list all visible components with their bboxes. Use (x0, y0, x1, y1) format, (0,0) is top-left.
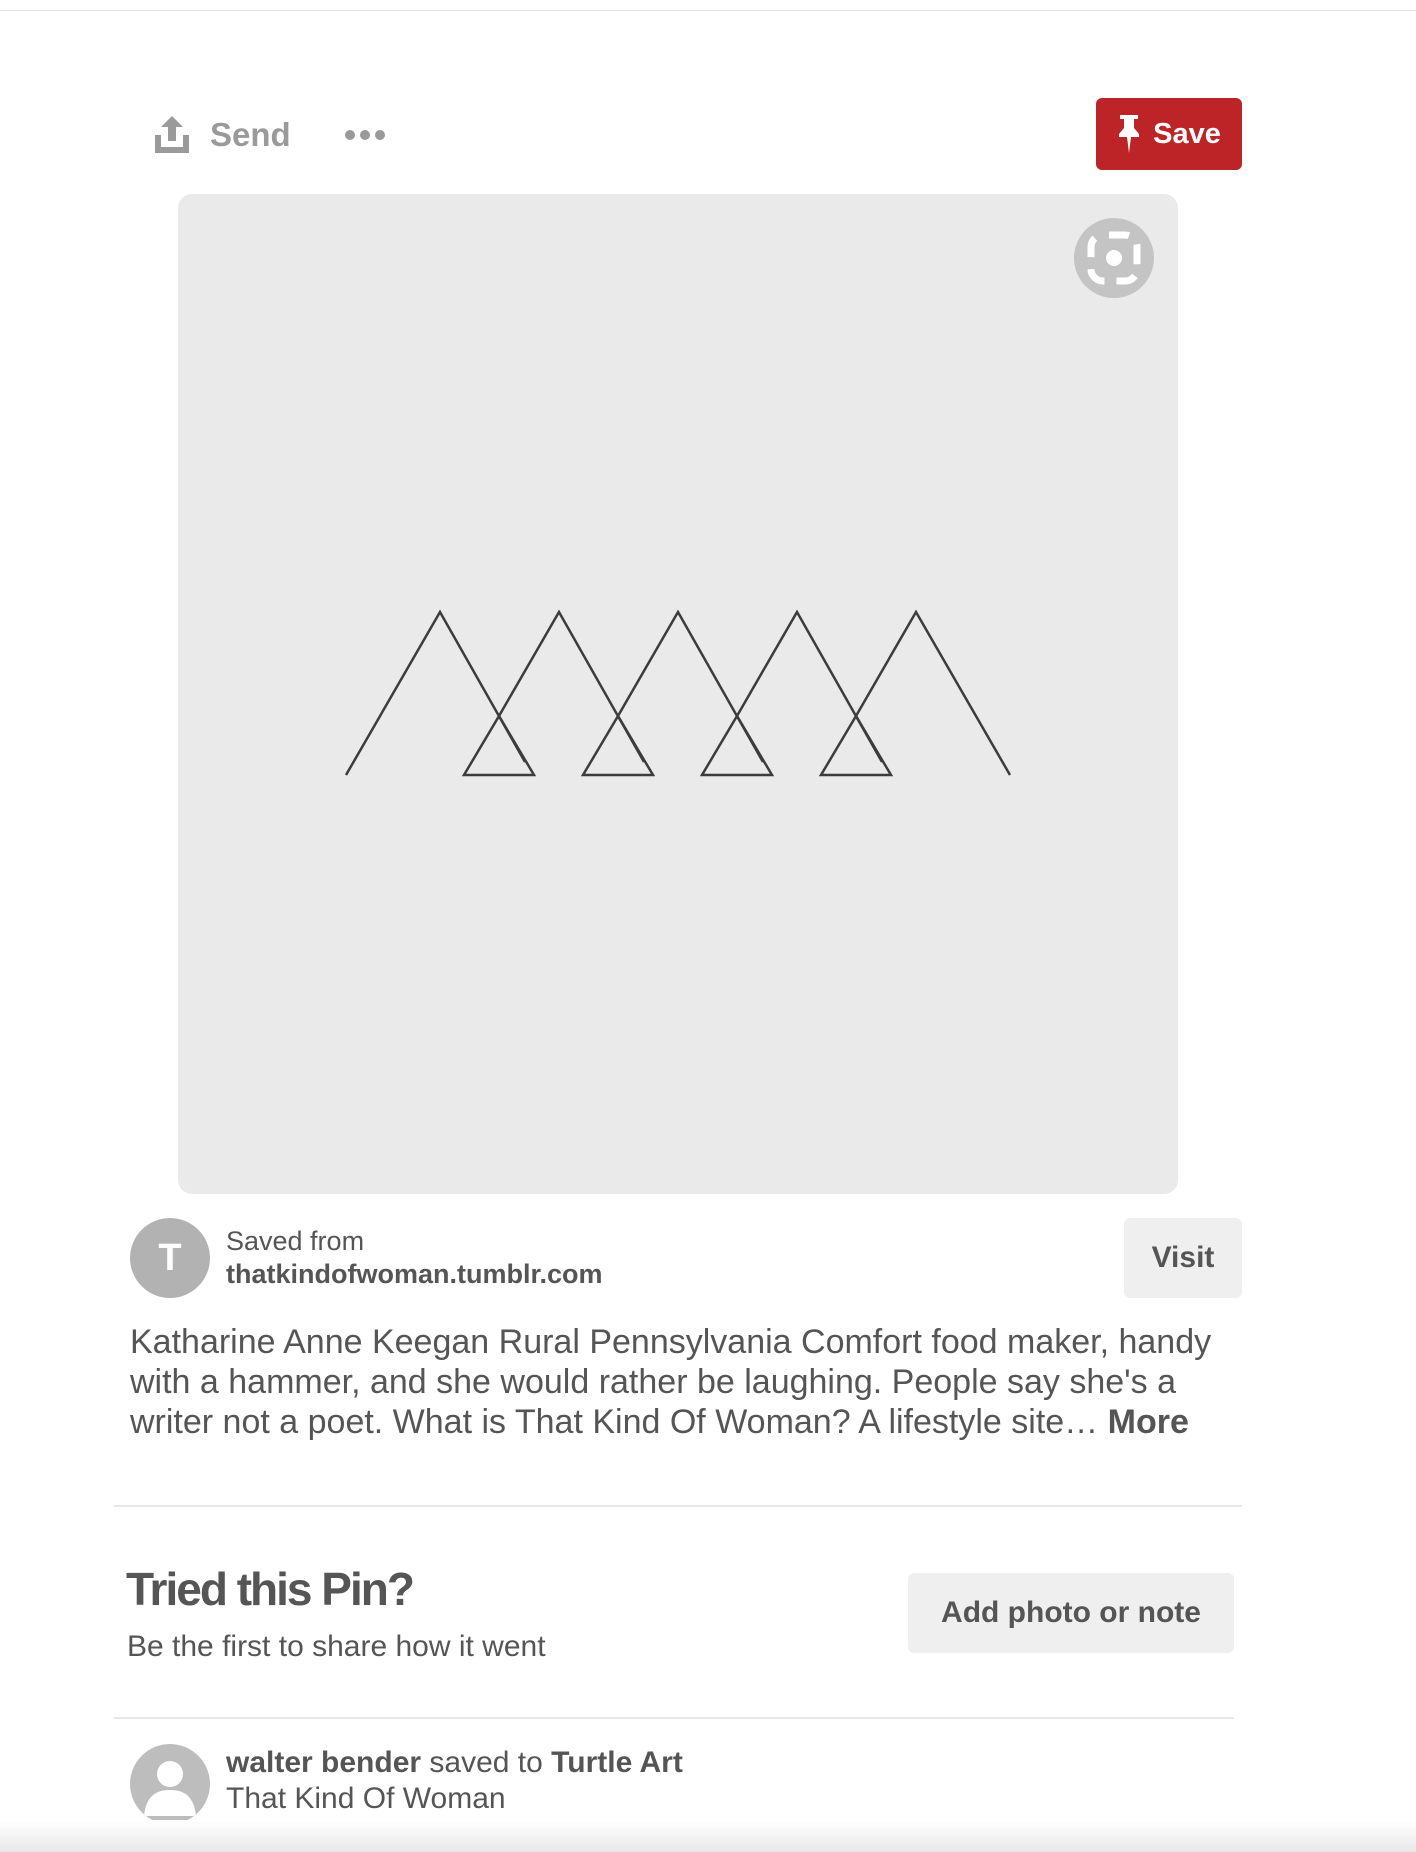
pin-description: Katharine Anne Keegan Rural Pennsylvania… (130, 1322, 1240, 1442)
section-divider (114, 1505, 1242, 1507)
top-divider (0, 10, 1416, 11)
share-upload-icon (155, 116, 189, 153)
visit-button[interactable]: Visit (1124, 1218, 1242, 1298)
activity-text: walter bender saved to Turtle Art (226, 1746, 683, 1780)
activity-board-link[interactable]: Turtle Art (551, 1746, 683, 1779)
visual-search-button[interactable] (1074, 218, 1154, 298)
pin-image[interactable] (178, 194, 1178, 1194)
description-text: Katharine Anne Keegan Rural Pennsylvania… (130, 1323, 1212, 1441)
activity-pin-title: That Kind Of Woman (226, 1782, 506, 1815)
section-divider (114, 1717, 1234, 1719)
send-button[interactable]: Send (152, 110, 291, 160)
saved-from-label: Saved from (226, 1226, 365, 1256)
pushpin-icon (1119, 115, 1140, 153)
tried-pin-heading: Tried this Pin? (126, 1563, 415, 1615)
default-user-icon (144, 1761, 196, 1816)
add-photo-or-note-button[interactable]: Add photo or note (908, 1573, 1234, 1653)
user-avatar[interactable] (130, 1744, 210, 1824)
activity-user-link[interactable]: walter bender (226, 1746, 421, 1779)
source-avatar[interactable]: T (130, 1218, 210, 1298)
visual-search-icon (1087, 231, 1141, 285)
save-label: Save (1153, 117, 1221, 150)
more-link[interactable]: More (1108, 1403, 1189, 1441)
save-button[interactable]: Save (1096, 98, 1242, 170)
tried-pin-subtitle: Be the first to share how it went (127, 1630, 546, 1663)
source-domain-link[interactable]: thatkindofwoman.tumblr.com (226, 1259, 603, 1290)
send-label: Send (210, 116, 291, 153)
triangle-tattoo-artwork (344, 609, 1012, 777)
activity-action: saved to (429, 1746, 543, 1779)
more-options-button[interactable] (344, 118, 388, 152)
ellipsis-icon (345, 130, 385, 140)
bottom-shadow (0, 1820, 1416, 1852)
